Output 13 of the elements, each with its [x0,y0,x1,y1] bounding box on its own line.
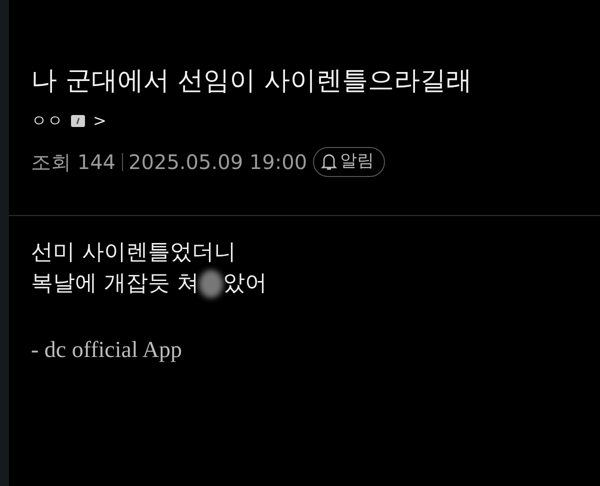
alert-button[interactable]: 알림 [313,147,386,177]
post-datetime: 2025.05.09 19:00 [128,149,308,176]
body-text: 복날에 개잡듯 쳐 [31,270,199,298]
view-count: 조회 144 [31,149,116,176]
post-title: 나 군대에서 선임이 사이렌틀으라길래 [31,66,473,98]
bell-icon [320,152,338,172]
chevron-icon[interactable]: > [93,109,106,134]
body-text: 았어 [223,270,267,298]
author-name[interactable]: ㅇㅇ [31,109,63,134]
app-signature: - dc official App [31,336,183,364]
body-text: 선미 사이렌틀었더니 [31,239,236,267]
gallery-badge-icon [71,115,85,128]
censor-blur [199,270,223,298]
